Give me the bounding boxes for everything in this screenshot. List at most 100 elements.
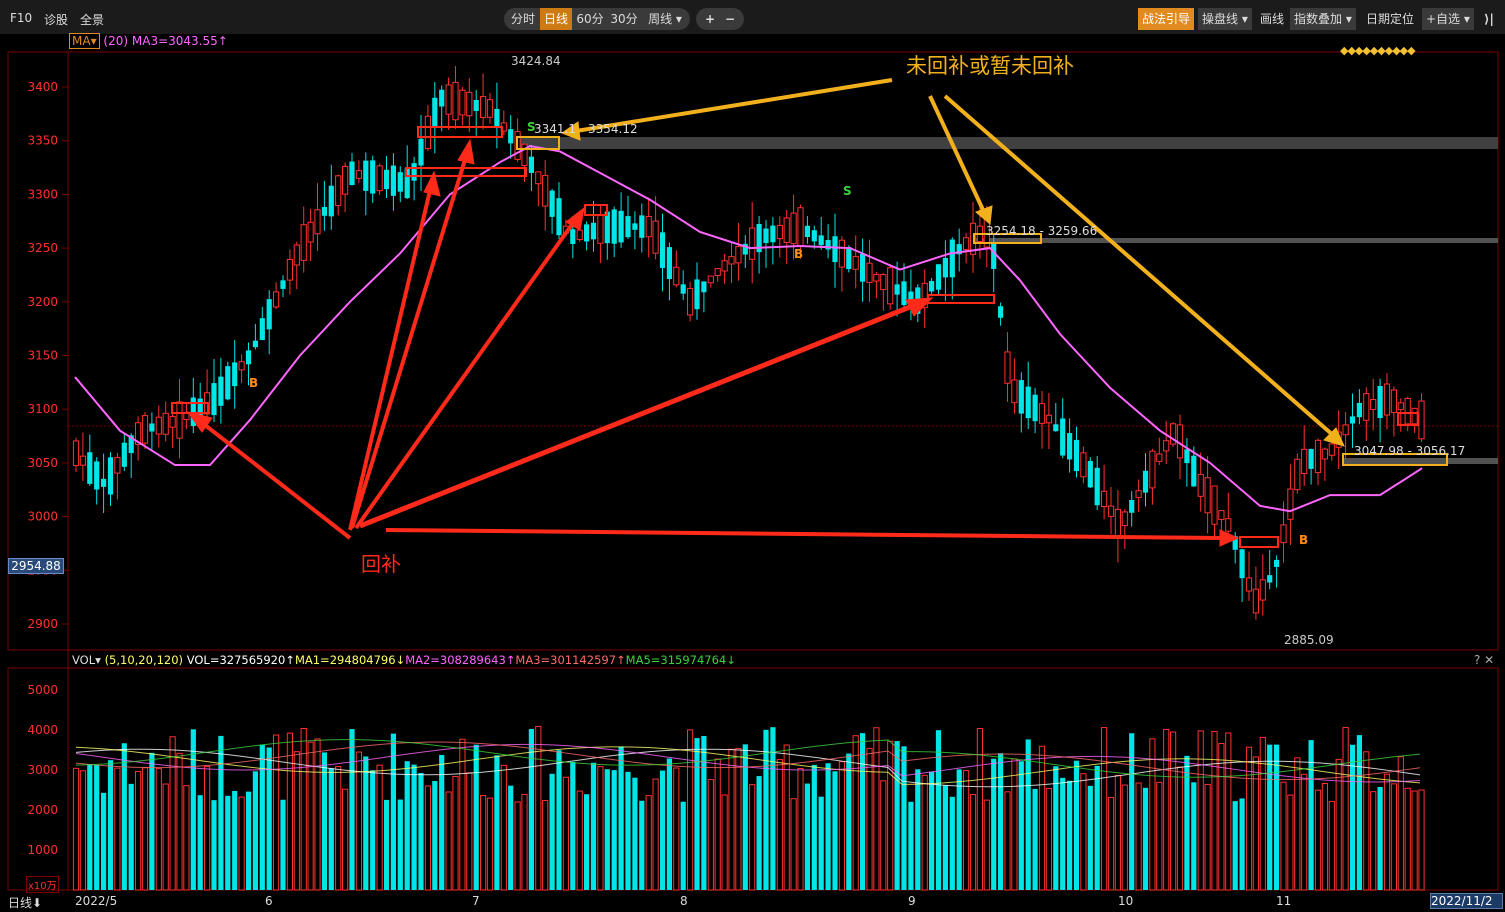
candle-body: [1211, 485, 1218, 525]
candle-body: [1073, 439, 1080, 472]
volume-bar: [976, 727, 983, 891]
volume-bar: [590, 762, 597, 890]
draw-line-button[interactable]: 画线: [1256, 8, 1288, 30]
candle-body: [266, 299, 272, 330]
tab-30min[interactable]: 30分: [608, 8, 640, 30]
x-label-jun: 6: [265, 894, 273, 908]
diagnose-button[interactable]: 诊股: [44, 11, 68, 28]
candle-body: [1045, 414, 1053, 424]
candle-body: [155, 416, 162, 435]
volume-bar: [79, 770, 87, 891]
zoom-in-button[interactable]: +: [700, 8, 720, 30]
candle-body: [1404, 397, 1411, 425]
volume-bar: [1176, 766, 1184, 891]
candle-body: [1328, 443, 1335, 456]
end-date-tag: 2022/11/2: [1430, 893, 1503, 909]
volume-bar: [183, 785, 190, 891]
volume-bar: [604, 769, 610, 890]
gap1-end-label: 3354.12: [588, 122, 638, 136]
candle-body: [998, 306, 1004, 318]
volume-bar: [1342, 726, 1349, 891]
volume-bar: [1383, 773, 1391, 891]
volume-bar: [1129, 733, 1135, 890]
volume-bar: [494, 755, 500, 890]
volume-bar: [556, 750, 562, 890]
tab-intraday[interactable]: 分时: [506, 8, 540, 30]
tab-60min[interactable]: 60分: [574, 8, 606, 30]
price-tick-label: 3400: [27, 80, 58, 94]
candle-body: [225, 366, 231, 400]
gap1-label: 3341.1: [534, 122, 576, 136]
volume-bar: [211, 800, 217, 890]
volume-bar: [866, 747, 873, 891]
candle-body: [838, 239, 845, 268]
volume-bar: [521, 793, 528, 891]
kline-chart[interactable]: 3400335033003250320031503100305030002950…: [0, 34, 1505, 912]
candle-body: [439, 89, 445, 107]
vol-panel-controls[interactable]: ? ✕: [1474, 653, 1494, 667]
volume-bar: [335, 766, 342, 891]
candle-body: [1383, 383, 1391, 416]
volume-bar: [721, 794, 728, 891]
candle-body: [252, 340, 258, 348]
candle-body: [280, 280, 286, 289]
volume-bar: [1018, 761, 1024, 890]
candle-body: [549, 190, 555, 217]
volume-bar: [1356, 735, 1362, 890]
candle-body: [1363, 393, 1370, 421]
volume-bar: [1011, 758, 1018, 891]
volume-bar: [625, 771, 631, 890]
period-label[interactable]: 日线⬇: [8, 894, 42, 911]
volume-bar: [342, 788, 349, 891]
volume-bar: [584, 794, 590, 890]
ma-badge[interactable]: MA▾: [69, 33, 100, 49]
vol-badge[interactable]: VOL▾: [72, 653, 101, 667]
volume-bar: [1121, 784, 1128, 891]
date-locate-button[interactable]: 日期定位: [1362, 8, 1418, 30]
candle-body: [1080, 452, 1087, 478]
trading-line-dropdown[interactable]: 操盘线 ▾: [1198, 8, 1252, 30]
price-tick-label: 3350: [27, 134, 58, 148]
volume-bar: [508, 785, 514, 890]
collapse-icon[interactable]: ⟩|: [1480, 8, 1498, 30]
volume-bar: [749, 784, 756, 891]
volume-bar: [735, 747, 742, 891]
zoom-out-button[interactable]: −: [720, 8, 740, 30]
candle-body: [494, 108, 500, 127]
strategy-guide-button[interactable]: 战法引导: [1138, 8, 1195, 30]
candle-body: [694, 279, 700, 310]
candle-body: [1101, 490, 1108, 508]
volume-bar: [673, 767, 680, 891]
candle-body: [645, 215, 652, 238]
candle-body: [1087, 460, 1093, 488]
candle-body: [625, 216, 631, 238]
volume-bar: [1280, 781, 1287, 891]
index-overlay-dropdown[interactable]: 指数叠加 ▾: [1290, 8, 1356, 30]
candle-body: [639, 215, 645, 238]
candle-body: [846, 247, 852, 270]
x-label-may: 2022/5: [75, 894, 118, 908]
volume-bar: [983, 799, 990, 891]
volume-bar: [321, 752, 327, 890]
volume-bar: [238, 796, 245, 891]
candle-body: [714, 268, 721, 277]
volume-bar: [680, 801, 686, 890]
volume-bar: [176, 752, 183, 891]
candle-body: [424, 115, 431, 150]
candle-body: [1032, 394, 1038, 422]
panorama-button[interactable]: 全景: [80, 11, 104, 28]
gap-band-1: [518, 137, 1498, 149]
candle-body: [618, 210, 624, 243]
tab-weekly[interactable]: 周线 ▾: [642, 8, 688, 30]
candle-body: [942, 257, 948, 278]
add-watchlist-dropdown[interactable]: +自选 ▾: [1422, 8, 1474, 30]
candle-body: [480, 96, 487, 118]
f10-button[interactable]: F10: [10, 11, 32, 25]
volume-bar: [1245, 746, 1253, 891]
candle-body: [659, 232, 666, 268]
volume-bar: [376, 764, 383, 891]
volume-bar: [218, 735, 224, 890]
tab-daily[interactable]: 日线: [540, 8, 572, 30]
volume-bar: [155, 768, 162, 891]
volume-bar: [169, 736, 176, 891]
